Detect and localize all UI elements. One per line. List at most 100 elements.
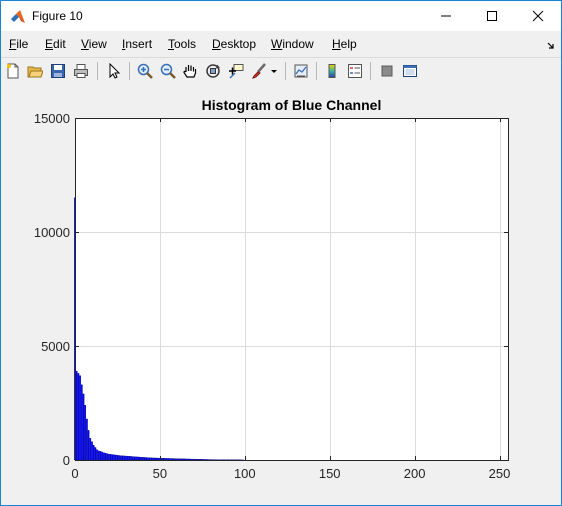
minimize-icon — [441, 15, 451, 17]
menu-insert[interactable]: Insert — [122, 37, 152, 51]
histogram-bar — [152, 457, 154, 461]
histogram-bar — [191, 458, 193, 461]
maximize-button[interactable] — [469, 1, 515, 31]
histogram-chart: 0 50 100 150 200 250 0 5000 10000 15000 Histogram… — [34, 97, 511, 481]
select-arrow-icon[interactable] — [104, 61, 124, 81]
chart-title: Histogram of Blue Channel — [202, 97, 382, 113]
histogram-bar — [187, 458, 190, 461]
menu-bar: File Edit View Insert Tools Desktop Wind… — [1, 34, 561, 56]
x-tick-label: 100 — [234, 466, 256, 481]
maximize-icon — [487, 11, 497, 21]
open-file-icon[interactable] — [25, 61, 45, 81]
x-tick-label: 250 — [489, 466, 511, 481]
histogram-bar — [114, 454, 117, 461]
histogram-bar — [196, 459, 199, 461]
histogram-bar — [96, 449, 98, 461]
histogram-bar — [201, 459, 204, 461]
histogram-bar — [198, 459, 200, 461]
histogram-bar — [203, 459, 205, 461]
histogram-bar — [87, 430, 90, 461]
histogram-bar — [104, 453, 107, 461]
histogram-bar — [208, 459, 210, 461]
x-tick-label: 150 — [319, 466, 341, 481]
histogram-bar — [177, 458, 180, 461]
minimize-button[interactable] — [423, 1, 469, 31]
brush-icon[interactable] — [249, 61, 269, 81]
histogram-bar — [109, 454, 112, 461]
histogram-bar — [184, 458, 187, 461]
print-icon[interactable] — [71, 61, 91, 81]
matlab-logo-icon — [10, 9, 26, 25]
menu-edit[interactable]: Edit — [45, 37, 66, 51]
y-tick-label: 15000 — [34, 111, 70, 126]
rotate-3d-icon[interactable] — [203, 61, 223, 81]
histogram-bar — [99, 451, 102, 461]
window-title: Figure 10 — [32, 9, 83, 23]
histogram-bar — [82, 393, 85, 461]
zoom-out-icon[interactable] — [158, 61, 178, 81]
menu-view[interactable]: View — [81, 37, 107, 51]
histogram-bar — [174, 458, 177, 461]
histogram-bar — [79, 375, 81, 461]
plot-area — [75, 118, 508, 460]
histogram-bar — [89, 438, 92, 461]
histogram-bar — [140, 456, 143, 461]
histogram-bar — [170, 458, 173, 461]
menu-desktop[interactable]: Desktop — [212, 37, 256, 51]
legend-icon[interactable] — [345, 61, 365, 81]
hide-plot-tools-icon[interactable] — [377, 61, 397, 81]
histogram-bar — [130, 456, 132, 461]
undock-arrow-icon[interactable] — [547, 39, 555, 53]
histogram-bar — [142, 457, 144, 461]
menu-tools[interactable]: Tools — [168, 37, 196, 51]
histogram-bar — [103, 452, 105, 461]
show-plot-tools-icon[interactable] — [400, 61, 420, 81]
histogram-bar — [138, 456, 141, 461]
histogram-bar — [116, 455, 119, 461]
histogram-bar — [118, 455, 120, 461]
histogram-bar — [97, 450, 100, 461]
title-bar[interactable]: Figure 10 — [1, 1, 561, 31]
y-tick-label: 0 — [63, 453, 70, 468]
histogram-bar — [199, 459, 202, 461]
histogram-bar — [111, 454, 114, 461]
figure-canvas[interactable]: 0 50 100 150 200 250 0 5000 10000 15000 Histogram… — [1, 85, 561, 505]
menu-window[interactable]: Window — [271, 37, 314, 51]
histogram-bar — [153, 457, 156, 461]
new-figure-icon[interactable] — [3, 61, 23, 81]
histogram-bar — [172, 458, 175, 461]
histogram-bar — [92, 445, 95, 461]
histogram-bar — [164, 458, 166, 461]
histogram-bar — [113, 454, 115, 461]
menu-help[interactable]: Help — [332, 37, 357, 51]
histogram-bar — [176, 458, 178, 461]
close-button[interactable] — [515, 1, 561, 31]
histogram-bar — [125, 455, 127, 461]
histogram-bar — [167, 458, 170, 461]
histogram-bar — [204, 459, 207, 461]
histogram-bar — [86, 418, 88, 461]
histogram-bar — [145, 457, 148, 461]
figure-toolbar — [1, 57, 561, 86]
link-plot-icon[interactable] — [291, 61, 311, 81]
pan-hand-icon[interactable] — [180, 61, 200, 81]
histogram-bar — [101, 451, 103, 461]
histogram-bar — [169, 458, 171, 461]
histogram-bar — [157, 457, 160, 461]
colorbar-icon[interactable] — [322, 61, 342, 81]
histogram-bar — [108, 453, 110, 461]
histogram-bar — [120, 455, 122, 461]
histogram-bar — [135, 456, 137, 461]
data-cursor-icon[interactable] — [226, 61, 246, 81]
zoom-in-icon[interactable] — [135, 61, 155, 81]
save-icon[interactable] — [48, 61, 68, 81]
histogram-bar — [182, 458, 185, 461]
menu-file[interactable]: File — [9, 37, 28, 51]
histogram-bar — [189, 458, 192, 461]
histogram-bar — [94, 447, 97, 461]
histogram-bar — [186, 458, 188, 461]
brush-dropdown-icon[interactable] — [268, 61, 280, 81]
histogram-bar — [136, 456, 139, 461]
histogram-bar — [123, 455, 126, 461]
histogram-bar — [179, 458, 182, 461]
